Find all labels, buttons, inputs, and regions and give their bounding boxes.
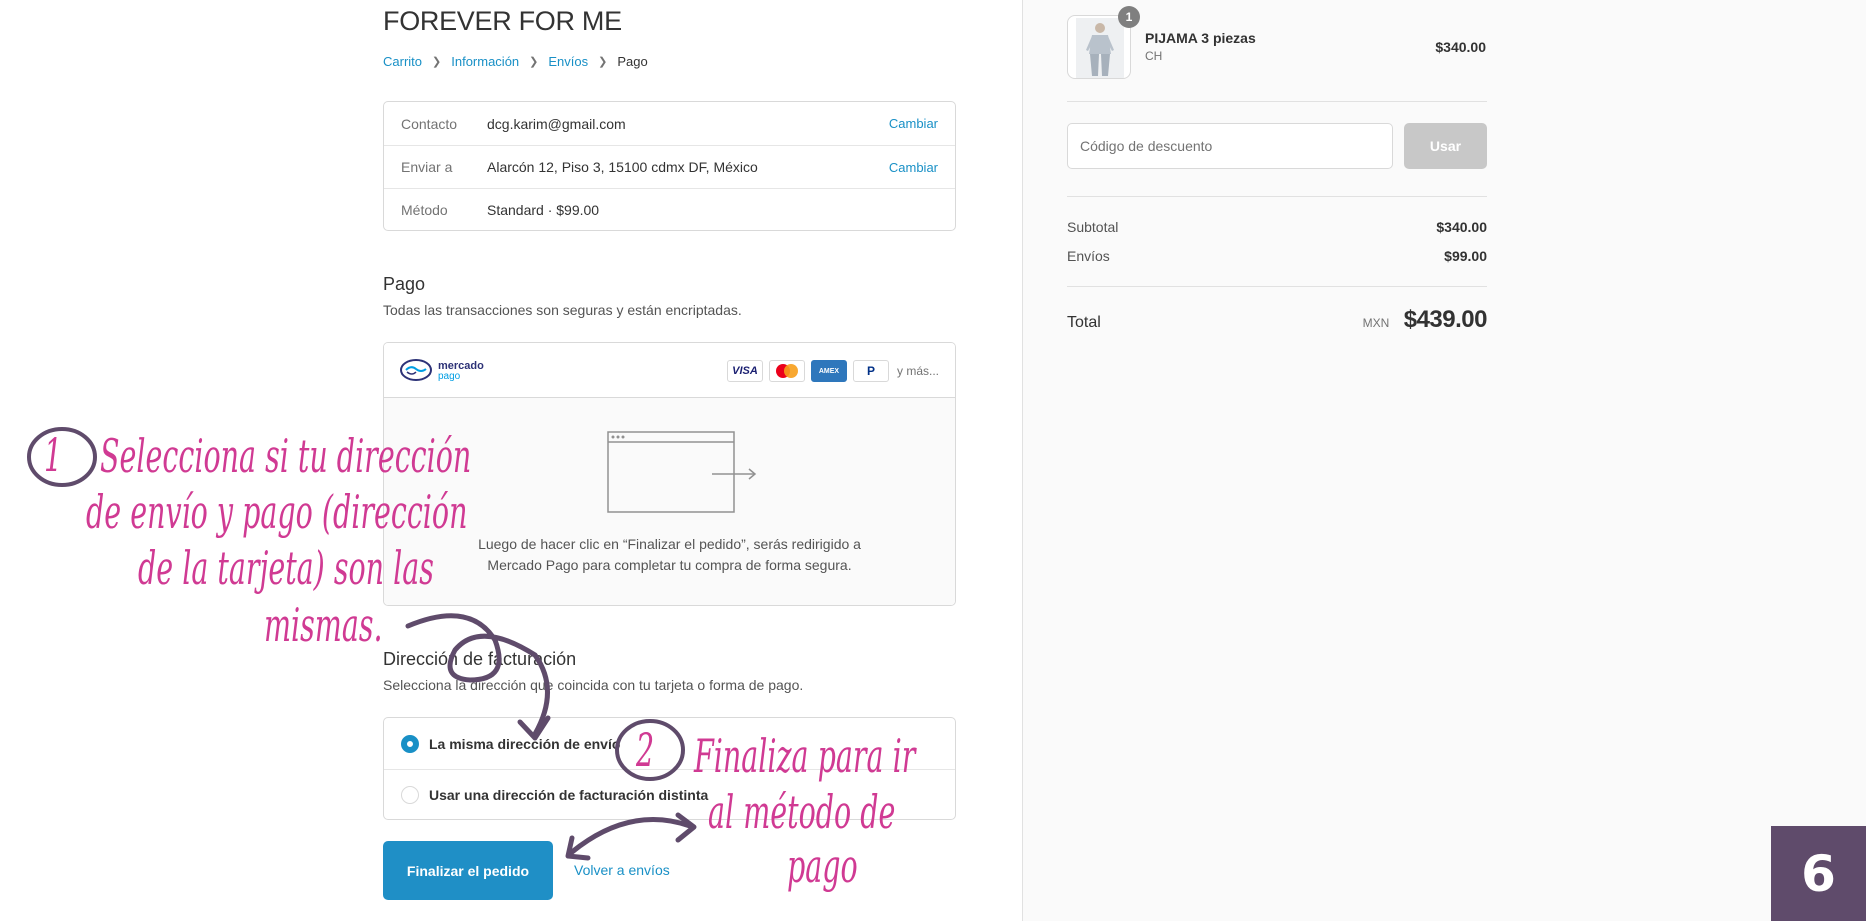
breadcrumb-information[interactable]: Información — [451, 54, 519, 69]
total-label: Total — [1067, 314, 1101, 331]
radio-unselected[interactable] — [401, 786, 419, 804]
product-price: $340.00 — [1435, 39, 1486, 55]
amex-icon: AMEX — [810, 360, 847, 382]
review-label: Enviar a — [401, 159, 453, 175]
total-value: $439.00 — [1403, 306, 1488, 333]
review-value: dcg.karim@gmail.com — [487, 115, 626, 132]
redirect-message-line: Luego de hacer clic en “Finalizar el ped… — [478, 536, 861, 552]
mercado-pago-logo: mercado pago — [400, 359, 484, 382]
back-to-shipping-link[interactable]: Volver a envíos — [574, 862, 670, 878]
billing-options: La misma dirección de envío Usar una dir… — [383, 717, 956, 820]
paypal-icon: P — [852, 360, 889, 382]
subtotal-value: $340.00 — [1436, 219, 1487, 235]
radio-selected[interactable] — [401, 734, 419, 753]
billing-option-same[interactable]: La misma dirección de envío — [384, 718, 955, 769]
visa-icon: VISA — [726, 360, 763, 382]
breadcrumb-cart[interactable]: Carrito — [383, 54, 422, 69]
discount-code-input[interactable] — [1067, 123, 1393, 169]
payment-method-header[interactable]: mercado pago VISA AMEX P y más... — [384, 343, 955, 398]
billing-option-label: Usar una dirección de facturación distin… — [429, 787, 709, 803]
offsite-redirect-icon — [607, 431, 757, 513]
apply-discount-button[interactable]: Usar — [1404, 123, 1487, 169]
payment-title: Pago — [383, 274, 426, 294]
review-row-contact: Contacto dcg.karim@gmail.com Cambiar — [384, 102, 955, 145]
change-address-link[interactable]: Cambiar — [889, 160, 938, 175]
product-thumbnail: 1 — [1067, 6, 1140, 79]
breadcrumb-current: Pago — [617, 54, 648, 69]
store-title: FOREVER FOR ME — [383, 6, 622, 36]
finish-order-button[interactable]: Finalizar el pedido — [383, 841, 553, 900]
chevron-right-icon: ❯ — [432, 56, 442, 68]
review-row-ship-to: Enviar a Alarcón 12, Piso 3, 15100 cdmx … — [384, 145, 955, 188]
redirect-message-line: Mercado Pago para completar tu compra de… — [487, 557, 852, 573]
review-value: Standard · $99.00 — [487, 202, 600, 218]
total-row: Total MXN $439.00 — [1067, 306, 1488, 334]
review-label: Contacto — [401, 115, 458, 132]
shipping-row: Envíos $99.00 — [1067, 248, 1487, 264]
pago-logo-text: pago — [438, 371, 461, 382]
shipping-value: $99.00 — [1444, 248, 1487, 264]
currency-code: MXN — [1362, 316, 1390, 330]
billing-title: Dirección de facturación — [383, 649, 577, 669]
mastercard-icon — [768, 360, 805, 382]
subtotal-label: Subtotal — [1067, 219, 1119, 235]
card-brands: VISA AMEX P y más... — [726, 360, 939, 382]
change-contact-link[interactable]: Cambiar — [889, 116, 938, 131]
billing-option-label: La misma dirección de envío — [429, 735, 621, 752]
breadcrumb: Carrito ❯ Información ❯ Envíos ❯ Pago — [383, 54, 648, 69]
review-box: Contacto dcg.karim@gmail.com Cambiar Env… — [383, 101, 956, 231]
divider — [1067, 286, 1487, 287]
review-row-method: Método Standard · $99.00 — [384, 188, 955, 231]
payment-subtitle: Todas las transacciones son seguras y es… — [383, 302, 742, 318]
review-label: Método — [401, 202, 448, 218]
payment-redirect-panel: Luego de hacer clic en “Finalizar el ped… — [384, 398, 955, 605]
product-variant: CH — [1145, 49, 1163, 63]
shipping-label: Envíos — [1067, 248, 1110, 264]
payment-box: mercado pago VISA AMEX P y más... Luego … — [383, 342, 956, 606]
redirect-message: Luego de hacer clic en “Finalizar el ped… — [384, 534, 955, 576]
product-name: PIJAMA 3 piezas — [1145, 30, 1256, 46]
more-brands-text: y más... — [896, 364, 939, 378]
chevron-right-icon: ❯ — [598, 56, 608, 68]
billing-option-different[interactable]: Usar una dirección de facturación distin… — [384, 769, 955, 820]
divider — [1067, 196, 1487, 197]
billing-subtitle: Selecciona la dirección que coincida con… — [383, 677, 804, 693]
breadcrumb-shipping[interactable]: Envíos — [548, 54, 588, 69]
checkout-main: FOREVER FOR ME Carrito ❯ Información ❯ E… — [0, 0, 1022, 921]
review-value: Alarcón 12, Piso 3, 15100 cdmx DF, Méxic… — [487, 159, 758, 175]
divider — [1067, 101, 1487, 102]
subtotal-row: Subtotal $340.00 — [1067, 219, 1487, 235]
order-summary: 1 PIJAMA 3 piezas CH $340.00 Usar Subtot… — [1022, 0, 1866, 921]
chevron-right-icon: ❯ — [529, 56, 539, 68]
quantity-badge: 1 — [1118, 6, 1140, 28]
